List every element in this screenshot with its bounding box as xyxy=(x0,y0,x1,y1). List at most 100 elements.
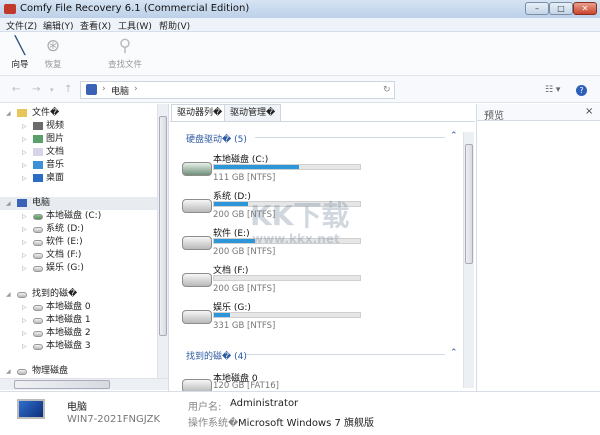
breadcrumb-computer[interactable]: 电脑 xyxy=(111,84,129,97)
divider xyxy=(246,354,445,355)
forward-icon[interactable]: → xyxy=(32,84,40,95)
os-value: Microsoft Windows 7 旗舰版 xyxy=(238,418,375,429)
tab-drive-list[interactable]: 驱动器列� xyxy=(171,104,229,121)
refresh-icon[interactable]: ↻ xyxy=(383,85,391,95)
tree-item[interactable]: ▷ 本地磁盘 1 xyxy=(0,314,157,327)
tree-item[interactable]: ▷ 系统 (D:) xyxy=(0,223,157,236)
tree-item[interactable]: ▷ 文档 xyxy=(0,146,157,159)
find-files-label: 查找文件 xyxy=(107,60,142,70)
toolbar: ╲ 向导 ⊛ 恢复 ⚲ 查找文件 xyxy=(0,32,600,76)
preview-panel: 预览 × xyxy=(476,104,600,391)
scroll-thumb[interactable] xyxy=(14,380,110,389)
back-icon[interactable]: ← xyxy=(12,84,20,95)
lifebuoy-icon: ⊛ xyxy=(45,36,61,56)
documents-folder-icon xyxy=(33,148,43,156)
drive-size: 200 GB [NTFS] xyxy=(213,284,276,294)
tree-item[interactable]: ▷ 音乐 xyxy=(0,159,157,172)
drive-usage-fill xyxy=(214,202,248,206)
breadcrumb-separator: › xyxy=(102,84,106,94)
os-label: 操作系统� xyxy=(188,418,239,429)
drive-icon xyxy=(33,253,43,259)
tree-item[interactable]: ▷ 本地磁盘 3 xyxy=(0,340,157,353)
find-files-button[interactable]: ⚲ 查找文件 xyxy=(100,36,150,70)
system-drive-icon xyxy=(33,214,43,220)
breadcrumb-separator[interactable]: › xyxy=(134,84,138,94)
computer-icon xyxy=(17,199,27,207)
user-value: Administrator xyxy=(230,398,299,409)
menu-help[interactable]: 帮助(V) xyxy=(159,19,190,32)
magnifier-icon: ⚲ xyxy=(118,36,132,56)
drive-icon xyxy=(33,305,43,311)
tree-item[interactable]: ▷ 本地磁盘 (C:) xyxy=(0,210,157,223)
menu-file[interactable]: 文件(Z) xyxy=(6,19,37,32)
menu-bar: 文件(Z) 编辑(Y) 查看(X) 工具(W) 帮助(V) xyxy=(0,18,600,32)
folder-icon xyxy=(17,109,27,117)
preview-title: 预览 xyxy=(484,111,504,122)
drive-usage-bar xyxy=(213,275,361,281)
scroll-thumb[interactable] xyxy=(465,144,473,264)
tree-vertical-scrollbar[interactable] xyxy=(157,104,168,378)
list-vertical-scrollbar[interactable] xyxy=(463,132,474,388)
tree-item[interactable]: ▷ 娱乐 (G:) xyxy=(0,262,157,275)
menu-edit[interactable]: 编辑(Y) xyxy=(43,19,74,32)
tree-physical-disks[interactable]: ◢ 物理磁盘 xyxy=(0,365,157,378)
drive-icon xyxy=(17,369,27,375)
preview-close-icon[interactable]: × xyxy=(585,106,593,117)
music-folder-icon xyxy=(33,161,43,169)
collapse-icon[interactable]: ⌃ xyxy=(450,131,458,141)
desktop-icon xyxy=(33,174,43,182)
divider xyxy=(255,137,445,138)
help-icon[interactable]: ? xyxy=(576,85,587,96)
menu-view[interactable]: 查看(X) xyxy=(80,19,111,32)
user-label: 用户名: xyxy=(188,402,222,413)
host-name: WIN7-2021FNGJZK xyxy=(67,414,161,425)
scroll-thumb[interactable] xyxy=(159,116,167,336)
drive-usage-fill xyxy=(214,239,255,243)
tree-item[interactable]: ▷ 软件 (E:) xyxy=(0,236,157,249)
tree-item[interactable]: ▷ 图片 xyxy=(0,133,157,146)
collapse-icon[interactable]: ⌃ xyxy=(450,348,458,358)
title-bar: Comfy File Recovery 6.1 (Commercial Edit… xyxy=(0,0,600,18)
tree-item[interactable]: ▷ 文档 (F:) xyxy=(0,249,157,262)
window-title: Comfy File Recovery 6.1 (Commercial Edit… xyxy=(20,3,250,14)
watermark-url: www.kkx.net xyxy=(252,232,340,246)
drive-icon xyxy=(33,344,43,350)
tree-item[interactable]: ▷ 本地磁盘 2 xyxy=(0,327,157,340)
tree-horizontal-scrollbar[interactable] xyxy=(0,378,168,390)
view-options-icon[interactable]: ☷ ▾ xyxy=(545,85,560,95)
tree-item[interactable]: ▷ 本地磁盘 0 xyxy=(0,301,157,314)
minimize-button[interactable]: – xyxy=(525,2,549,15)
address-row: ← → ▾ ↑ › 电脑 › ↻ ☷ ▾ ? xyxy=(0,76,600,103)
up-icon[interactable]: ↑ xyxy=(64,84,72,95)
menu-tools[interactable]: 工具(W) xyxy=(118,19,152,32)
maximize-button[interactable]: □ xyxy=(549,2,573,15)
tree-computer[interactable]: ◢ 电脑 xyxy=(0,197,157,210)
drive-usage-fill xyxy=(214,165,299,169)
computer-icon xyxy=(86,84,97,95)
drive-usage-fill xyxy=(214,313,231,317)
app-icon xyxy=(4,4,16,14)
history-icon[interactable]: ▾ xyxy=(50,86,54,94)
drive-icon xyxy=(33,227,43,233)
wand-icon: ╲ xyxy=(14,36,26,56)
computer-name: 电脑 xyxy=(67,402,87,413)
video-folder-icon xyxy=(33,122,43,130)
drive-size: 200 GB [NTFS] xyxy=(213,247,276,257)
address-bar[interactable]: › 电脑 › xyxy=(80,81,395,99)
drive-icon xyxy=(33,240,43,246)
tree-item[interactable]: ▷ 桌面 xyxy=(0,172,157,185)
drive-size: 331 GB [NTFS] xyxy=(213,321,276,331)
section-found-disks: 找到的磁� (4) xyxy=(186,352,247,362)
drive-icon xyxy=(33,318,43,324)
tree-item[interactable]: ▷ 视频 xyxy=(0,120,157,133)
tree-files[interactable]: ◢ 文件� xyxy=(0,107,157,120)
drive-usage-bar xyxy=(213,312,361,318)
close-button[interactable]: ✕ xyxy=(573,2,597,15)
drive-usage-bar xyxy=(213,164,361,170)
info-bar: 电脑 WIN7-2021FNGJZK 用户名: Administrator 操作… xyxy=(0,391,600,435)
restore-button[interactable]: ⊛ 恢复 xyxy=(33,36,73,70)
tab-drive-management[interactable]: 驱动管理� xyxy=(224,104,282,121)
section-hard-drives: 硬盘驱动� (5) xyxy=(186,135,247,145)
tree-found-disks[interactable]: ◢ 找到的磁� xyxy=(0,288,157,301)
hard-drive-icon xyxy=(182,199,212,213)
